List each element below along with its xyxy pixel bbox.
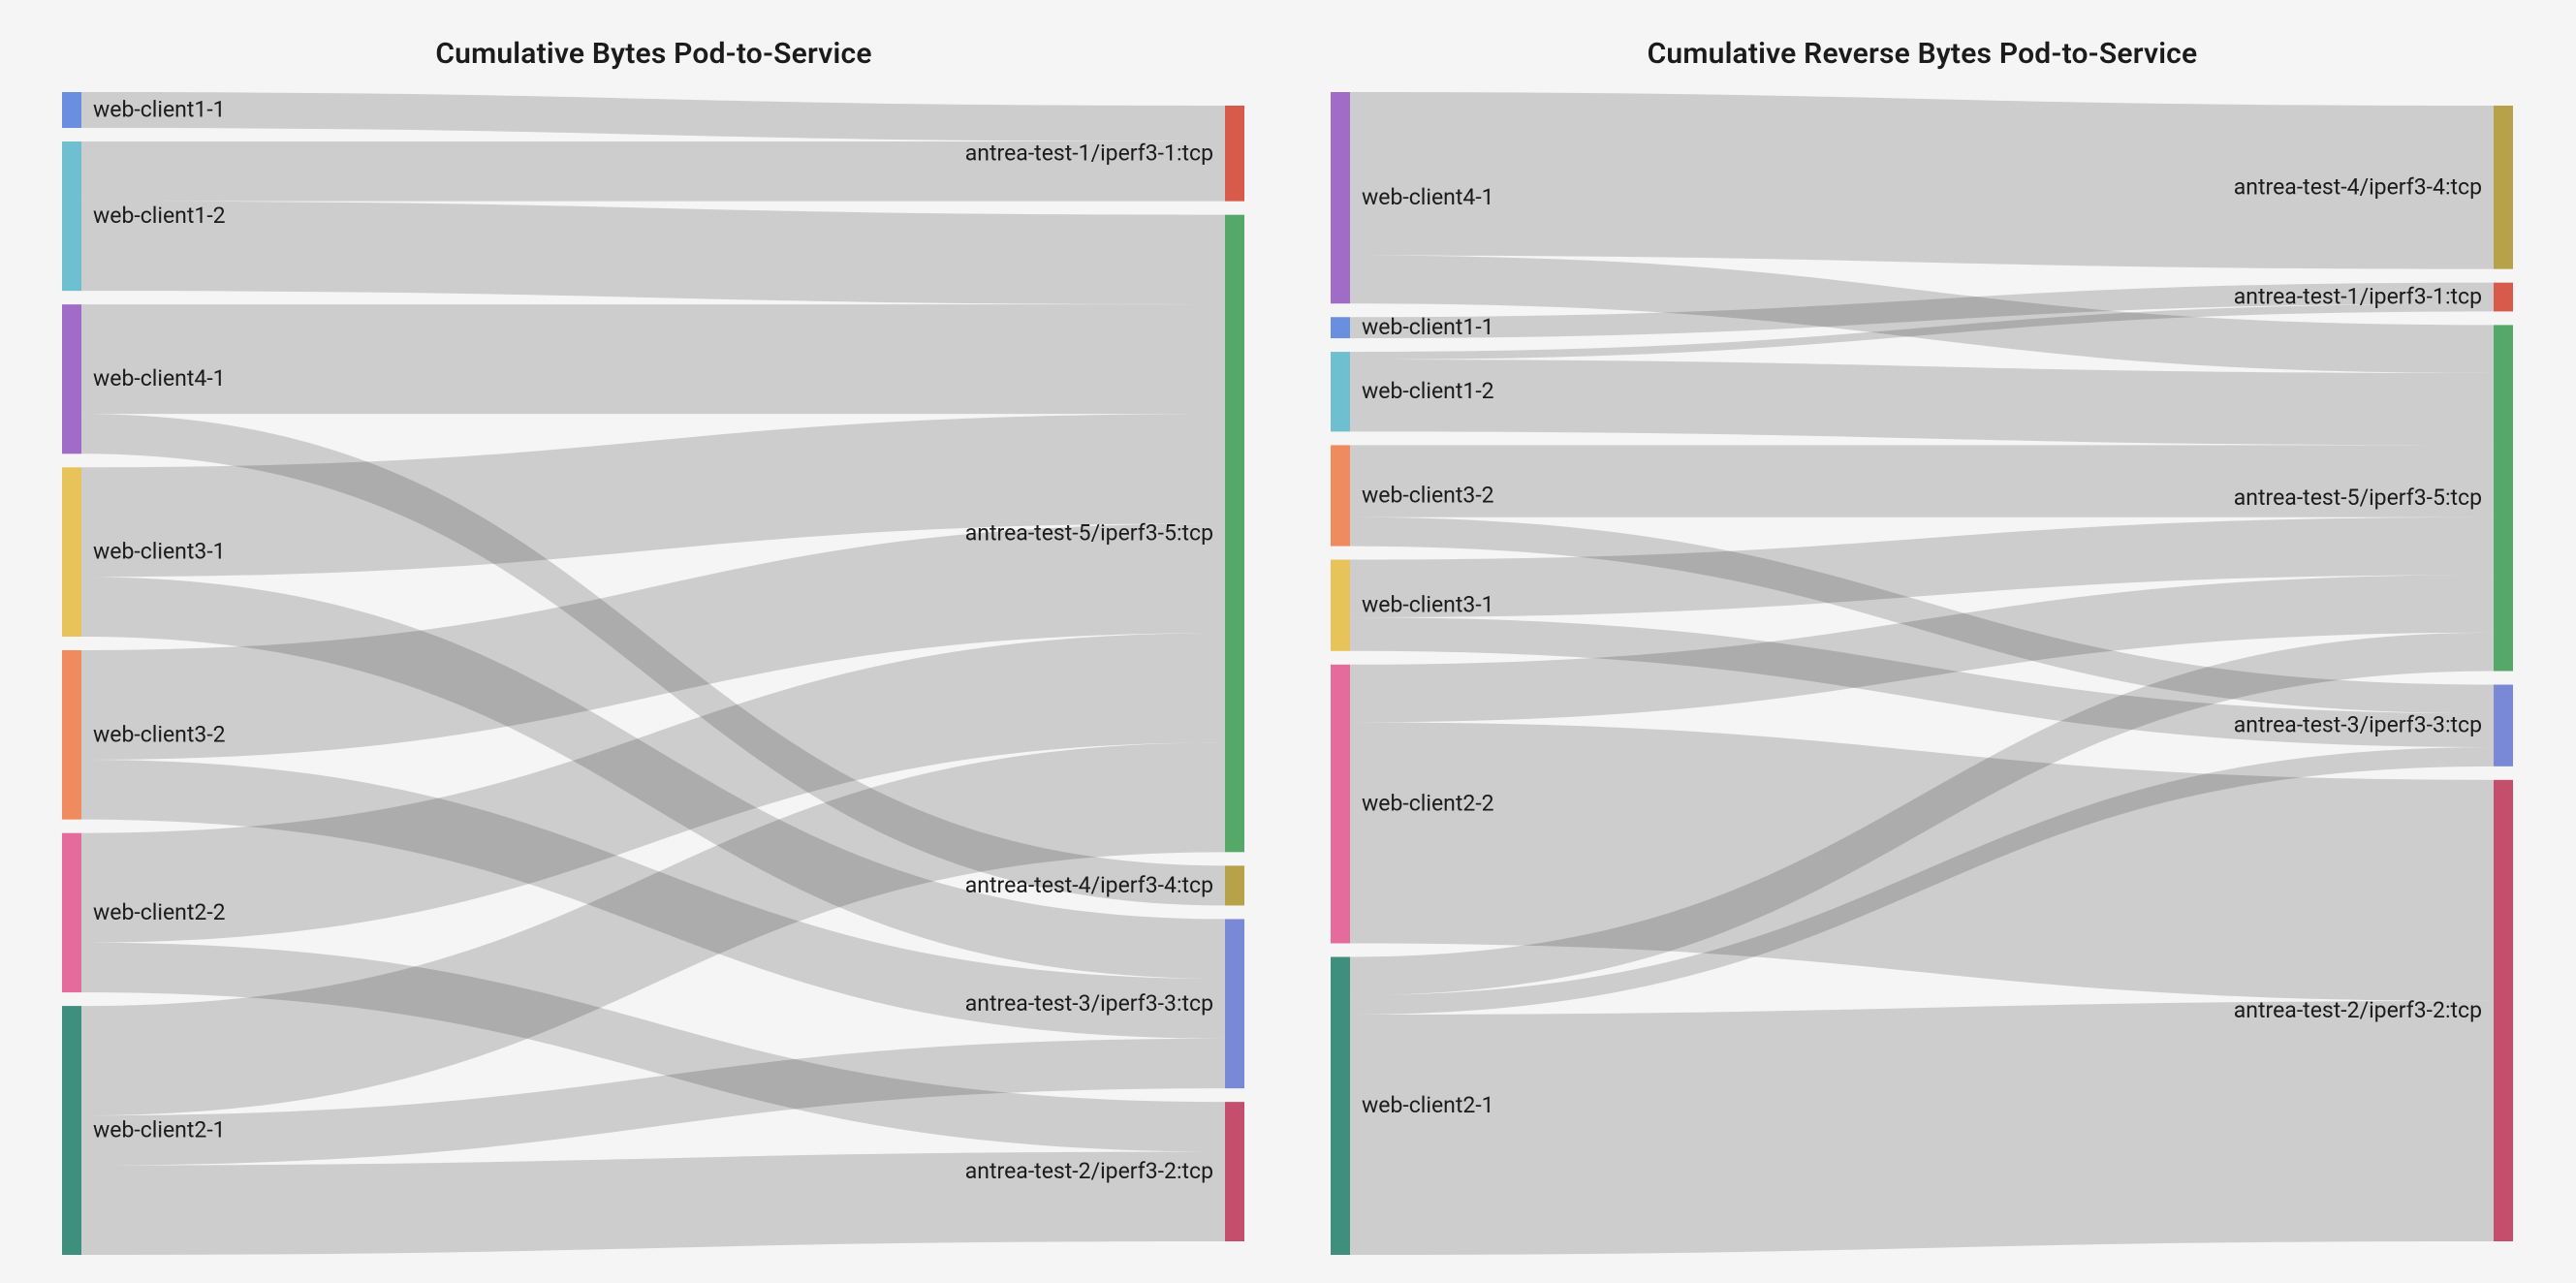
sankey-node-label: web-client3-1	[1362, 592, 1494, 618]
sankey-node[interactable]	[2494, 780, 2513, 1241]
sankey-node[interactable]	[1331, 560, 1350, 651]
sankey-node-label: antrea-test-3/iperf3-3:tcp	[2234, 712, 2482, 738]
sankey-node[interactable]	[1225, 106, 1244, 202]
panel-title: Cumulative Bytes Pod-to-Service	[435, 37, 871, 71]
sankey-node[interactable]	[62, 833, 81, 992]
sankey-node[interactable]	[1331, 92, 1350, 303]
sankey-node-label: web-client3-2	[1362, 482, 1494, 508]
panel-cumulative-bytes: Cumulative Bytes Pod-to-Service web-clie…	[57, 19, 1249, 1255]
sankey-node[interactable]	[2494, 283, 2513, 312]
sankey-node-label: web-client2-2	[1362, 791, 1494, 817]
sankey-link[interactable]	[1350, 360, 2494, 445]
sankey-node-label: web-client2-2	[93, 899, 226, 925]
sankey-node[interactable]	[1331, 317, 1350, 338]
sankey-node[interactable]	[1331, 956, 1350, 1255]
sankey-node-label: antrea-test-2/iperf3-2:tcp	[2234, 997, 2482, 1023]
sankey-node-label: antrea-test-3/iperf3-3:tcp	[965, 990, 1213, 1017]
sankey-node[interactable]	[2494, 325, 2513, 671]
sankey-node[interactable]	[1331, 665, 1350, 944]
sankey-link[interactable]	[1350, 1001, 2494, 1255]
sankey-node-label: web-client1-1	[93, 96, 226, 122]
sankey-node[interactable]	[1331, 352, 1350, 431]
sankey-node-label: antrea-test-4/iperf3-4:tcp	[965, 872, 1213, 898]
sankey-node-label: web-client4-1	[1362, 184, 1494, 210]
sankey-node-label: web-client2-1	[93, 1117, 226, 1143]
sankey-node-label: web-client3-2	[93, 721, 226, 747]
sankey-node-label: antrea-test-4/iperf3-4:tcp	[2234, 173, 2482, 200]
panel-title: Cumulative Reverse Bytes Pod-to-Service	[1648, 37, 2198, 71]
sankey-links	[81, 92, 1225, 1255]
sankey-node[interactable]	[1225, 919, 1244, 1088]
panel-cumulative-reverse-bytes: Cumulative Reverse Bytes Pod-to-Service …	[1326, 19, 2518, 1255]
sankey-node[interactable]	[1225, 215, 1244, 853]
sankey-node[interactable]	[62, 1006, 81, 1255]
sankey-node-label: web-client3-1	[93, 539, 226, 565]
sankey-chart-reverse-bytes: web-client4-1 web-client1-1 web-client1-2 w…	[1331, 92, 2513, 1255]
sankey-link[interactable]	[81, 92, 1225, 141]
sankey-node[interactable]	[62, 141, 81, 291]
sankey-node-label: web-client1-1	[1362, 314, 1494, 340]
sankey-node-label: antrea-test-5/iperf3-5:tcp	[2234, 485, 2482, 511]
sankey-chart-bytes: web-client1-1 web-client1-2 web-client4-1 w…	[62, 92, 1244, 1255]
sankey-link[interactable]	[81, 202, 1225, 304]
dashboard-row: Cumulative Bytes Pod-to-Service web-clie…	[0, 0, 2576, 1283]
sankey-node-label: web-client4-1	[93, 365, 226, 391]
sankey-node-label: web-client2-1	[1362, 1092, 1494, 1118]
sankey-node-label: antrea-test-1/iperf3-1:tcp	[965, 140, 1213, 166]
sankey-node[interactable]	[62, 467, 81, 637]
sankey-links	[1350, 92, 2494, 1255]
sankey-node[interactable]	[2494, 106, 2513, 269]
sankey-node-label: antrea-test-1/iperf3-1:tcp	[2234, 284, 2482, 310]
sankey-node-label: web-client1-2	[93, 203, 226, 229]
sankey-node[interactable]	[62, 304, 81, 454]
sankey-node[interactable]	[62, 92, 81, 128]
sankey-node[interactable]	[1225, 865, 1244, 905]
sankey-node[interactable]	[1331, 445, 1350, 546]
sankey-node-label: antrea-test-5/iperf3-5:tcp	[965, 519, 1213, 546]
sankey-node[interactable]	[62, 650, 81, 820]
sankey-node-label: antrea-test-2/iperf3-2:tcp	[965, 1158, 1213, 1184]
sankey-node[interactable]	[2494, 685, 2513, 767]
sankey-node[interactable]	[1225, 1102, 1244, 1241]
sankey-link[interactable]	[81, 304, 1225, 414]
sankey-node-label: web-client1-2	[1362, 378, 1494, 404]
